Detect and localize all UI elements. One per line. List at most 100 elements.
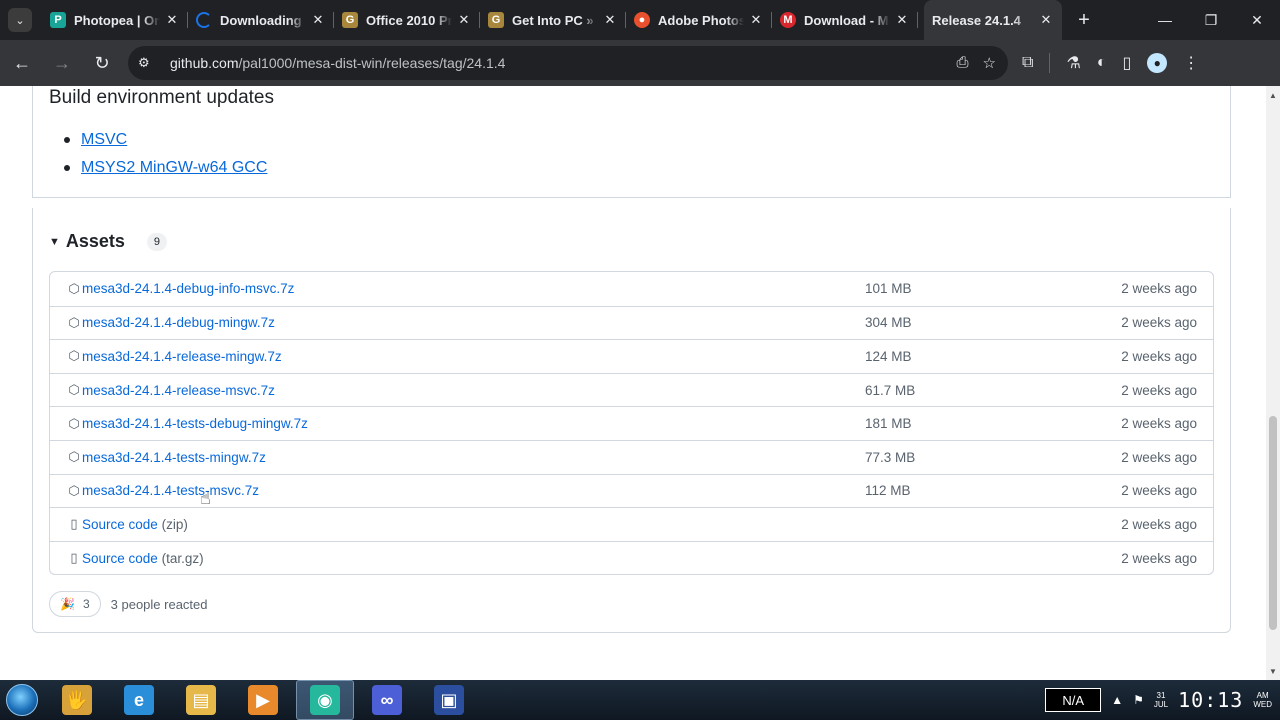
browser-tab[interactable]: G Get Into PC » ✕ [480,0,626,40]
start-button[interactable] [0,680,44,720]
close-window-button[interactable]: ✕ [1234,0,1280,40]
page-content: Build environment updates MSVC MSYS2 Min… [0,86,1280,680]
tab-close-icon[interactable]: ✕ [1038,12,1054,28]
minimize-button[interactable]: — [1142,0,1188,40]
asset-format: (zip) [161,516,188,532]
system-tray: N/A ▲ ⚑ 31 JUL 10:13 AM WED [1045,680,1280,720]
asset-date: 2 weeks ago [1121,315,1197,331]
assets-toggle[interactable]: ▼ Assets 9 [49,231,167,252]
asset-download-link[interactable]: Source code (zip) [82,517,188,532]
asset-download-link[interactable]: Source code (tar.gz) [82,551,204,566]
taskbar-button[interactable]: ∞ [358,680,416,720]
taskbar-button[interactable]: ◉ [296,680,354,720]
infinity-app-icon: ∞ [372,685,402,715]
tray-day: AM WED [1253,691,1272,709]
asset-name: Source code [82,550,158,566]
browser-tab[interactable]: Downloading ✕ [188,0,334,40]
taskbar-button[interactable]: 🖐 [48,680,106,720]
bookmark-star-icon[interactable]: ☆ [983,54,996,72]
tab-title: Downloading [220,12,302,28]
asset-date: 2 weeks ago [1121,382,1197,398]
spinner-icon [196,12,212,28]
asset-download-link[interactable]: mesa3d-24.1.4-tests-msvc.7z [82,483,259,498]
hand-cursor-icon: ☝ [200,488,211,508]
page-scrollbar[interactable]: ▲ ▼ [1266,86,1280,680]
tab-close-icon[interactable]: ✕ [748,12,764,28]
browser-tab[interactable]: M Download - Mega✕ [772,0,918,40]
site-info-icon[interactable]: ⚙ [138,55,160,71]
new-tab-button[interactable]: + [1070,6,1098,34]
taskbar-button[interactable]: ▤ [172,680,230,720]
browser-tab[interactable]: G Office 2010 Professional✕ [334,0,480,40]
asset-name: Source code [82,516,158,532]
taskbar-button[interactable]: ▣ [420,680,478,720]
asset-row: ⬡ mesa3d-24.1.4-release-mingw.7z 124 MB 2 w… [50,339,1213,373]
asset-download-link[interactable]: mesa3d-24.1.4-debug-mingw.7z [82,315,275,330]
file-zip-icon: ▯ [70,516,78,532]
labs-flask-icon[interactable]: ⚗ [1066,53,1080,73]
tab-close-icon[interactable]: ✕ [894,12,910,28]
restore-button[interactable]: ❐ [1188,0,1234,40]
asset-download-link[interactable]: mesa3d-24.1.4-tests-debug-mingw.7z [82,416,308,431]
tab-close-icon[interactable]: ✕ [602,12,618,28]
input-indicator[interactable]: N/A [1045,688,1102,712]
asset-format: (tar.gz) [161,550,204,566]
asset-download-link[interactable]: mesa3d-24.1.4-release-msvc.7z [82,383,275,398]
asset-row: ⬡ mesa3d-24.1.4-debug-info-msvc.7z 101 MB 2… [50,272,1213,306]
install-app-icon[interactable]: ⎙ [957,54,969,72]
asset-name: mesa3d-24.1.4-debug-mingw.7z [82,315,275,331]
asset-download-link[interactable]: mesa3d-24.1.4-tests-mingw.7z [82,450,266,465]
asset-name: mesa3d-24.1.4-debug-info-msvc.7z [82,281,295,297]
back-button[interactable]: ← [4,45,40,81]
scroll-up-arrow-icon[interactable]: ▲ [1266,88,1280,102]
tab-search-button[interactable]: ⌄ [8,8,32,32]
extension-icon[interactable]: ◐ [1097,54,1107,72]
asset-date: 2 weeks ago [1121,516,1197,532]
browser-tab[interactable]: ● Adobe Photoshop✕ [626,0,772,40]
scroll-down-arrow-icon[interactable]: ▼ [1266,664,1280,678]
asset-row: ▯ Source code (zip) 2 weeks ago [50,507,1213,541]
assets-title: Assets [65,231,125,251]
extensions-icon[interactable]: ⧉ [1022,54,1033,72]
reaction-summary: 3 people reacted [110,596,208,612]
address-bar[interactable]: ⚙ github.com/pal1000/mesa-dist-win/relea… [128,46,1008,80]
tab-close-icon[interactable]: ✕ [310,12,326,28]
msvc-link[interactable]: MSVC [81,131,127,149]
asset-size: 304 MB [865,315,912,331]
msys2-link[interactable]: MSYS2 MinGW-w64 GCC [81,159,267,177]
list-item: MSVC [64,126,267,154]
asset-date: 2 weeks ago [1121,281,1197,297]
tab-close-icon[interactable]: ✕ [456,12,472,28]
asset-row: ⬡ mesa3d-24.1.4-tests-mingw.7z 77.3 MB 2 we… [50,439,1213,474]
reaction-button[interactable]: 🎉 3 [49,591,101,617]
browser-toolbar: ← → ↻ ⚙ github.com/pal1000/mesa-dist-win… [0,40,1280,86]
reload-button[interactable]: ↻ [84,45,120,81]
tab-title: Photopea | Online [74,12,160,28]
taskbar-button[interactable]: e [110,680,168,720]
asset-row: ⬡ mesa3d-24.1.4-release-msvc.7z 61.7 MB 2 w… [50,372,1213,407]
package-icon: ⬡ [68,482,80,498]
forward-button[interactable]: → [44,45,80,81]
getintopc-icon: G [342,12,358,28]
asset-date: 2 weeks ago [1121,348,1197,364]
menu-kebab-icon[interactable]: ⋮ [1183,53,1199,73]
action-center-flag-icon[interactable]: ⚑ [1133,693,1144,707]
date-day: 31 [1156,691,1166,700]
asset-download-link[interactable]: mesa3d-24.1.4-release-mingw.7z [82,349,282,364]
profile-avatar-icon[interactable]: ● [1147,53,1168,73]
scroll-thumb[interactable] [1269,416,1277,630]
show-hidden-icons-icon[interactable]: ▲ [1111,693,1123,707]
toolbar-divider [1049,53,1051,73]
internet-explorer-icon: e [124,685,154,715]
asset-name: mesa3d-24.1.4-release-msvc.7z [82,382,275,398]
package-icon: ⬡ [68,449,80,465]
file-zip-icon: ▯ [70,550,78,566]
browser-tab[interactable]: P Photopea | Online✕ [42,0,188,40]
side-panel-icon[interactable]: ▯ [1122,53,1131,73]
taskbar-button[interactable]: ▶ [234,680,292,720]
clock[interactable]: 10:13 [1178,688,1243,712]
asset-download-link[interactable]: mesa3d-24.1.4-debug-info-msvc.7z [82,281,294,296]
tab-close-icon[interactable]: ✕ [164,12,180,28]
browser-tab[interactable]: Release 24.1.4 ✕ [924,0,1062,40]
asset-date: 2 weeks ago [1121,483,1197,499]
